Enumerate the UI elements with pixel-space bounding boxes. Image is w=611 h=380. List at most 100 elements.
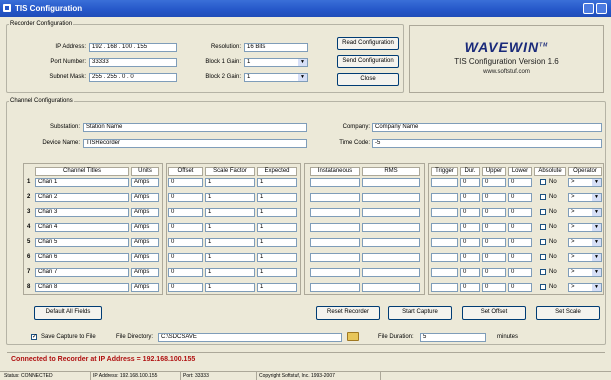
trigger-field[interactable]	[431, 268, 458, 277]
chevron-down-icon[interactable]: ▼	[592, 239, 601, 246]
channel-title-input[interactable]: Chan 2	[35, 193, 129, 202]
offset-input[interactable]: 0	[168, 283, 203, 292]
scale-factor-input[interactable]: 1	[205, 178, 255, 187]
dur-input[interactable]: 0	[460, 238, 480, 247]
units-input[interactable]: Amps	[131, 268, 159, 277]
chevron-down-icon[interactable]: ▼	[592, 224, 601, 231]
file-directory-input[interactable]: C:\SDCSAVE	[158, 333, 342, 342]
absolute-checkbox[interactable]	[540, 284, 546, 290]
chevron-down-icon[interactable]: ▼	[592, 209, 601, 216]
trigger-field[interactable]	[431, 238, 458, 247]
channel-title-input[interactable]: Chan 5	[35, 238, 129, 247]
dur-input[interactable]: 0	[460, 283, 480, 292]
lower-input[interactable]: 0	[508, 253, 532, 262]
chevron-down-icon[interactable]: ▼	[592, 269, 601, 276]
operator-select[interactable]: > ▼	[568, 193, 602, 202]
expected-input[interactable]: 1	[257, 253, 297, 262]
lower-input[interactable]: 0	[508, 193, 532, 202]
start-capture-button[interactable]: Start Capture	[388, 306, 452, 320]
offset-input[interactable]: 0	[168, 178, 203, 187]
upper-input[interactable]: 0	[482, 223, 506, 232]
device-name-input[interactable]: TISRecorder	[83, 139, 307, 148]
channel-title-input[interactable]: Chan 6	[35, 253, 129, 262]
trigger-field[interactable]	[431, 283, 458, 292]
absolute-checkbox[interactable]	[540, 194, 546, 200]
lower-input[interactable]: 0	[508, 238, 532, 247]
absolute-checkbox[interactable]	[540, 254, 546, 260]
upper-input[interactable]: 0	[482, 208, 506, 217]
trigger-field[interactable]	[431, 223, 458, 232]
chevron-down-icon[interactable]: ▼	[592, 194, 601, 201]
lower-input[interactable]: 0	[508, 283, 532, 292]
ip-address-input[interactable]: 192 . 168 . 100 . 155	[89, 43, 177, 52]
absolute-checkbox[interactable]	[540, 179, 546, 185]
upper-input[interactable]: 0	[482, 283, 506, 292]
units-input[interactable]: Amps	[131, 193, 159, 202]
absolute-checkbox[interactable]	[540, 269, 546, 275]
company-input[interactable]: Company Name	[372, 123, 602, 132]
absolute-checkbox[interactable]	[540, 224, 546, 230]
subnet-input[interactable]: 255 . 255 . 0 . 0	[89, 73, 177, 82]
units-input[interactable]: Amps	[131, 178, 159, 187]
lower-input[interactable]: 0	[508, 208, 532, 217]
port-input[interactable]: 33333	[89, 58, 177, 67]
scale-factor-input[interactable]: 1	[205, 238, 255, 247]
chevron-down-icon[interactable]: ▼	[298, 74, 307, 81]
units-input[interactable]: Amps	[131, 238, 159, 247]
expected-input[interactable]: 1	[257, 193, 297, 202]
send-config-button[interactable]: Send Configuration	[337, 55, 399, 68]
expected-input[interactable]: 1	[257, 238, 297, 247]
expected-input[interactable]: 1	[257, 178, 297, 187]
save-capture-checkbox[interactable]: ✓	[31, 334, 37, 340]
lower-input[interactable]: 0	[508, 178, 532, 187]
expected-input[interactable]: 1	[257, 283, 297, 292]
chevron-down-icon[interactable]: ▼	[592, 254, 601, 261]
read-config-button[interactable]: Read Configuration	[337, 37, 399, 50]
default-all-button[interactable]: Default All Fields	[34, 306, 102, 320]
dur-input[interactable]: 0	[460, 268, 480, 277]
dur-input[interactable]: 0	[460, 253, 480, 262]
resolution-input[interactable]: 16 Bits	[244, 43, 308, 52]
offset-input[interactable]: 0	[168, 238, 203, 247]
expected-input[interactable]: 1	[257, 268, 297, 277]
block1-gain-select[interactable]: 1 ▼	[244, 58, 308, 67]
offset-input[interactable]: 0	[168, 253, 203, 262]
offset-input[interactable]: 0	[168, 268, 203, 277]
upper-input[interactable]: 0	[482, 268, 506, 277]
folder-icon[interactable]	[347, 332, 359, 341]
scale-factor-input[interactable]: 1	[205, 253, 255, 262]
operator-select[interactable]: > ▼	[568, 208, 602, 217]
chevron-down-icon[interactable]: ▼	[592, 284, 601, 291]
close-button[interactable]: Close	[337, 73, 399, 86]
set-scale-button[interactable]: Set Scale	[536, 306, 600, 320]
dur-input[interactable]: 0	[460, 208, 480, 217]
operator-select[interactable]: > ▼	[568, 238, 602, 247]
chevron-down-icon[interactable]: ▼	[298, 59, 307, 66]
operator-select[interactable]: > ▼	[568, 283, 602, 292]
upper-input[interactable]: 0	[482, 238, 506, 247]
scale-factor-input[interactable]: 1	[205, 283, 255, 292]
scale-factor-input[interactable]: 1	[205, 208, 255, 217]
expected-input[interactable]: 1	[257, 223, 297, 232]
expected-input[interactable]: 1	[257, 208, 297, 217]
lower-input[interactable]: 0	[508, 268, 532, 277]
scale-factor-input[interactable]: 1	[205, 268, 255, 277]
block2-gain-select[interactable]: 1 ▼	[244, 73, 308, 82]
reset-recorder-button[interactable]: Reset Recorder	[316, 306, 380, 320]
trigger-field[interactable]	[431, 253, 458, 262]
file-duration-input[interactable]: 5	[420, 333, 486, 342]
lower-input[interactable]: 0	[508, 223, 532, 232]
channel-title-input[interactable]: Chan 8	[35, 283, 129, 292]
units-input[interactable]: Amps	[131, 208, 159, 217]
operator-select[interactable]: > ▼	[568, 178, 602, 187]
operator-select[interactable]: > ▼	[568, 223, 602, 232]
channel-title-input[interactable]: Chan 7	[35, 268, 129, 277]
substation-input[interactable]: Station Name	[83, 123, 307, 132]
absolute-checkbox[interactable]	[540, 209, 546, 215]
units-input[interactable]: Amps	[131, 223, 159, 232]
offset-input[interactable]: 0	[168, 193, 203, 202]
trigger-field[interactable]	[431, 193, 458, 202]
units-input[interactable]: Amps	[131, 253, 159, 262]
chevron-down-icon[interactable]: ▼	[592, 179, 601, 186]
trigger-field[interactable]	[431, 208, 458, 217]
